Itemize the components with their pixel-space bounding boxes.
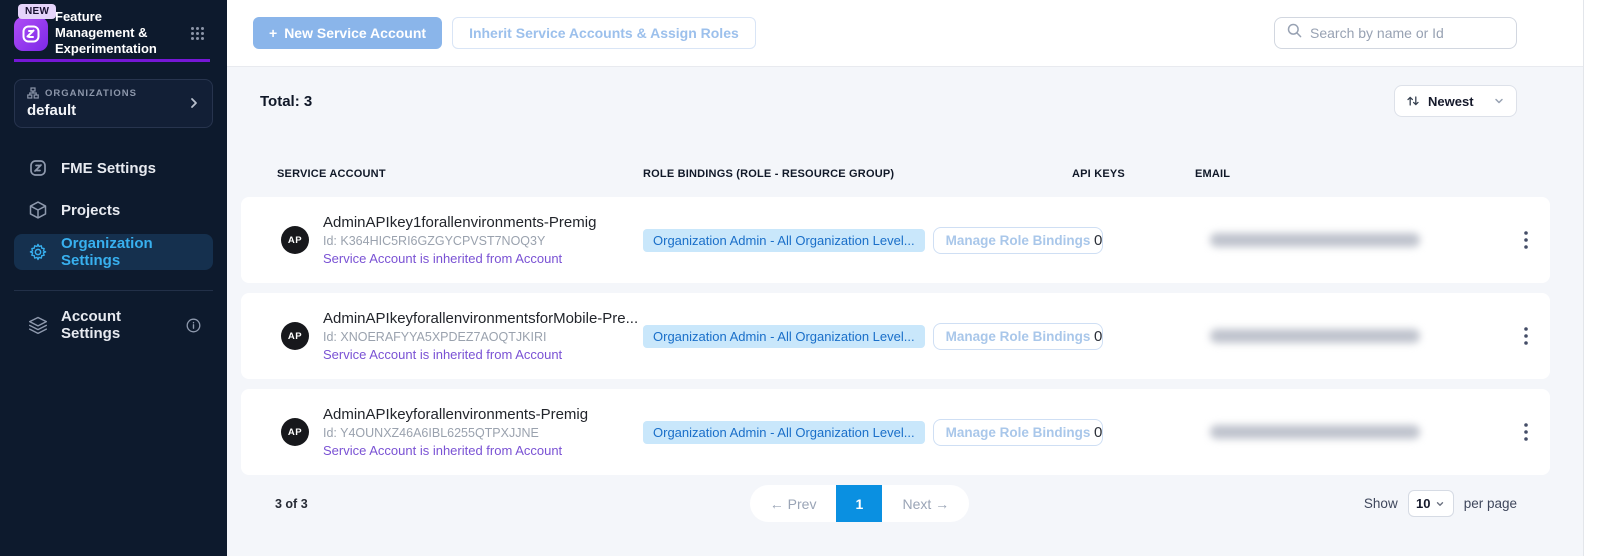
service-account-name: AdminAPIkeyforallenvironments-Premig: [323, 406, 588, 423]
service-accounts-page: NEW Feature Management & Experimentation: [0, 0, 1600, 556]
sort-value: Newest: [1428, 94, 1474, 109]
sidebar-item-label: Organization Settings: [61, 235, 213, 269]
row-actions-kebab-icon[interactable]: [1502, 231, 1550, 249]
page-size-control: Show 10 per page: [1364, 490, 1517, 517]
info-icon[interactable]: [186, 318, 201, 333]
split-logo-icon: [21, 24, 41, 44]
page-size-select[interactable]: 10: [1408, 490, 1454, 517]
brand-divider: [14, 59, 210, 62]
service-account-name: AdminAPIkey1forallenvironments-Premig: [323, 214, 596, 231]
table-header: SERVICE ACCOUNT ROLE BINDINGS (ROLE - RE…: [241, 166, 1550, 182]
next-page-button[interactable]: Next →: [882, 485, 969, 522]
avatar: AP: [281, 322, 309, 350]
product-title: Feature Management & Experimentation: [55, 9, 185, 57]
sidebar-item-label: Projects: [61, 202, 120, 219]
sidebar-divider: [14, 290, 213, 291]
sort-dropdown[interactable]: Newest: [1394, 85, 1517, 117]
page-size-value: 10: [1416, 496, 1430, 511]
fme-logo: [14, 17, 48, 51]
api-keys-count: 0: [1072, 328, 1195, 345]
service-account-id: Id: XNOERAFYYA5XPDEZ7AOQTJKIRI: [323, 330, 638, 344]
layers-icon: [28, 315, 48, 335]
role-binding-badge: Organization Admin - All Organization Le…: [643, 325, 925, 348]
pagination-range: 3 of 3: [275, 497, 355, 511]
search-icon: [1287, 23, 1302, 43]
inherited-note: Service Account is inherited from Accoun…: [323, 347, 638, 362]
sidebar: NEW Feature Management & Experimentation: [0, 0, 227, 556]
organization-name: default: [27, 102, 200, 119]
pagination-bar: 3 of 3 ← Prev 1 Next → Show 10 per page: [227, 485, 1583, 522]
inherited-note: Service Account is inherited from Accoun…: [323, 443, 588, 458]
role-binding-badge: Organization Admin - All Organization Le…: [643, 229, 925, 252]
organization-selector[interactable]: ORGANIZATIONS default: [14, 79, 213, 128]
new-service-account-button[interactable]: + New Service Account: [253, 17, 442, 49]
email-redacted: [1210, 329, 1420, 343]
search-input[interactable]: [1310, 25, 1504, 41]
row-actions-kebab-icon[interactable]: [1502, 423, 1550, 441]
row-actions-kebab-icon[interactable]: [1502, 327, 1550, 345]
fme-logo-outline-icon: [28, 158, 48, 178]
new-service-account-label: New Service Account: [284, 25, 426, 41]
service-account-id: Id: K364HIC5RI6GZGYCPVST7NOQ3Y: [323, 234, 596, 248]
search-box[interactable]: [1274, 17, 1517, 49]
pager: ← Prev 1 Next →: [750, 485, 969, 522]
avatar: AP: [281, 226, 309, 254]
sidebar-item-fme-settings[interactable]: FME Settings: [14, 150, 219, 186]
role-binding-badge: Organization Admin - All Organization Le…: [643, 421, 925, 444]
api-keys-count: 0: [1072, 424, 1195, 441]
org-hierarchy-icon: [27, 87, 39, 99]
per-page-label: per page: [1464, 496, 1517, 511]
cube-icon: [28, 200, 48, 220]
column-header-api-keys: API KEYS: [1072, 168, 1195, 180]
show-label: Show: [1364, 496, 1398, 511]
organizations-label: ORGANIZATIONS: [45, 88, 137, 99]
sidebar-header: NEW Feature Management & Experimentation: [0, 0, 227, 60]
service-account-name: AdminAPIkeyforallenvironmentsforMobile-P…: [323, 310, 638, 327]
column-header-role-bindings: ROLE BINDINGS (ROLE - RESOURCE GROUP): [643, 168, 1072, 180]
sidebar-item-organization-settings[interactable]: Organization Settings: [14, 234, 213, 270]
chevron-right-icon: [187, 96, 201, 115]
prev-page-button[interactable]: ← Prev: [750, 485, 837, 522]
chevron-down-icon: [1493, 95, 1505, 107]
current-page-button[interactable]: 1: [836, 485, 882, 522]
top-toolbar: + New Service Account Inherit Service Ac…: [227, 0, 1583, 67]
avatar: AP: [281, 418, 309, 446]
sidebar-nav: FME Settings Projects Organization Se: [0, 150, 227, 343]
email-redacted: [1210, 425, 1420, 439]
table-row: AP AdminAPIkeyforallenvironmentsforMobil…: [241, 293, 1550, 379]
chevron-down-icon: [1435, 499, 1445, 509]
summary-row: Total: 3 Newest: [227, 85, 1583, 117]
api-keys-count: 0: [1072, 232, 1195, 249]
total-count: Total: 3: [260, 93, 312, 110]
sidebar-item-projects[interactable]: Projects: [14, 192, 219, 228]
service-accounts-list: AP AdminAPIkey1forallenvironments-Premig…: [241, 197, 1550, 475]
new-badge: NEW: [18, 4, 56, 19]
sidebar-item-account-settings[interactable]: Account Settings: [14, 307, 219, 343]
column-header-email: EMAIL: [1195, 168, 1502, 180]
sidebar-item-label: FME Settings: [61, 160, 156, 177]
inherit-service-accounts-button[interactable]: Inherit Service Accounts & Assign Roles: [452, 17, 756, 49]
inherited-note: Service Account is inherited from Accoun…: [323, 251, 596, 266]
main-content: + New Service Account Inherit Service Ac…: [227, 0, 1583, 556]
app-grid-icon[interactable]: [190, 26, 205, 46]
sort-arrows-icon: [1406, 94, 1420, 108]
gear-icon: [28, 242, 48, 262]
table-row: AP AdminAPIkeyforallenvironments-Premig …: [241, 389, 1550, 475]
email-redacted: [1210, 233, 1420, 247]
service-account-id: Id: Y4OUNXZ46A6IBL6255QTPXJJNE: [323, 426, 588, 440]
table-row: AP AdminAPIkey1forallenvironments-Premig…: [241, 197, 1550, 283]
plus-icon: +: [269, 25, 277, 41]
right-margin-strip: [1583, 0, 1600, 556]
column-header-service-account: SERVICE ACCOUNT: [241, 168, 643, 180]
sidebar-item-label: Account Settings: [61, 308, 173, 342]
